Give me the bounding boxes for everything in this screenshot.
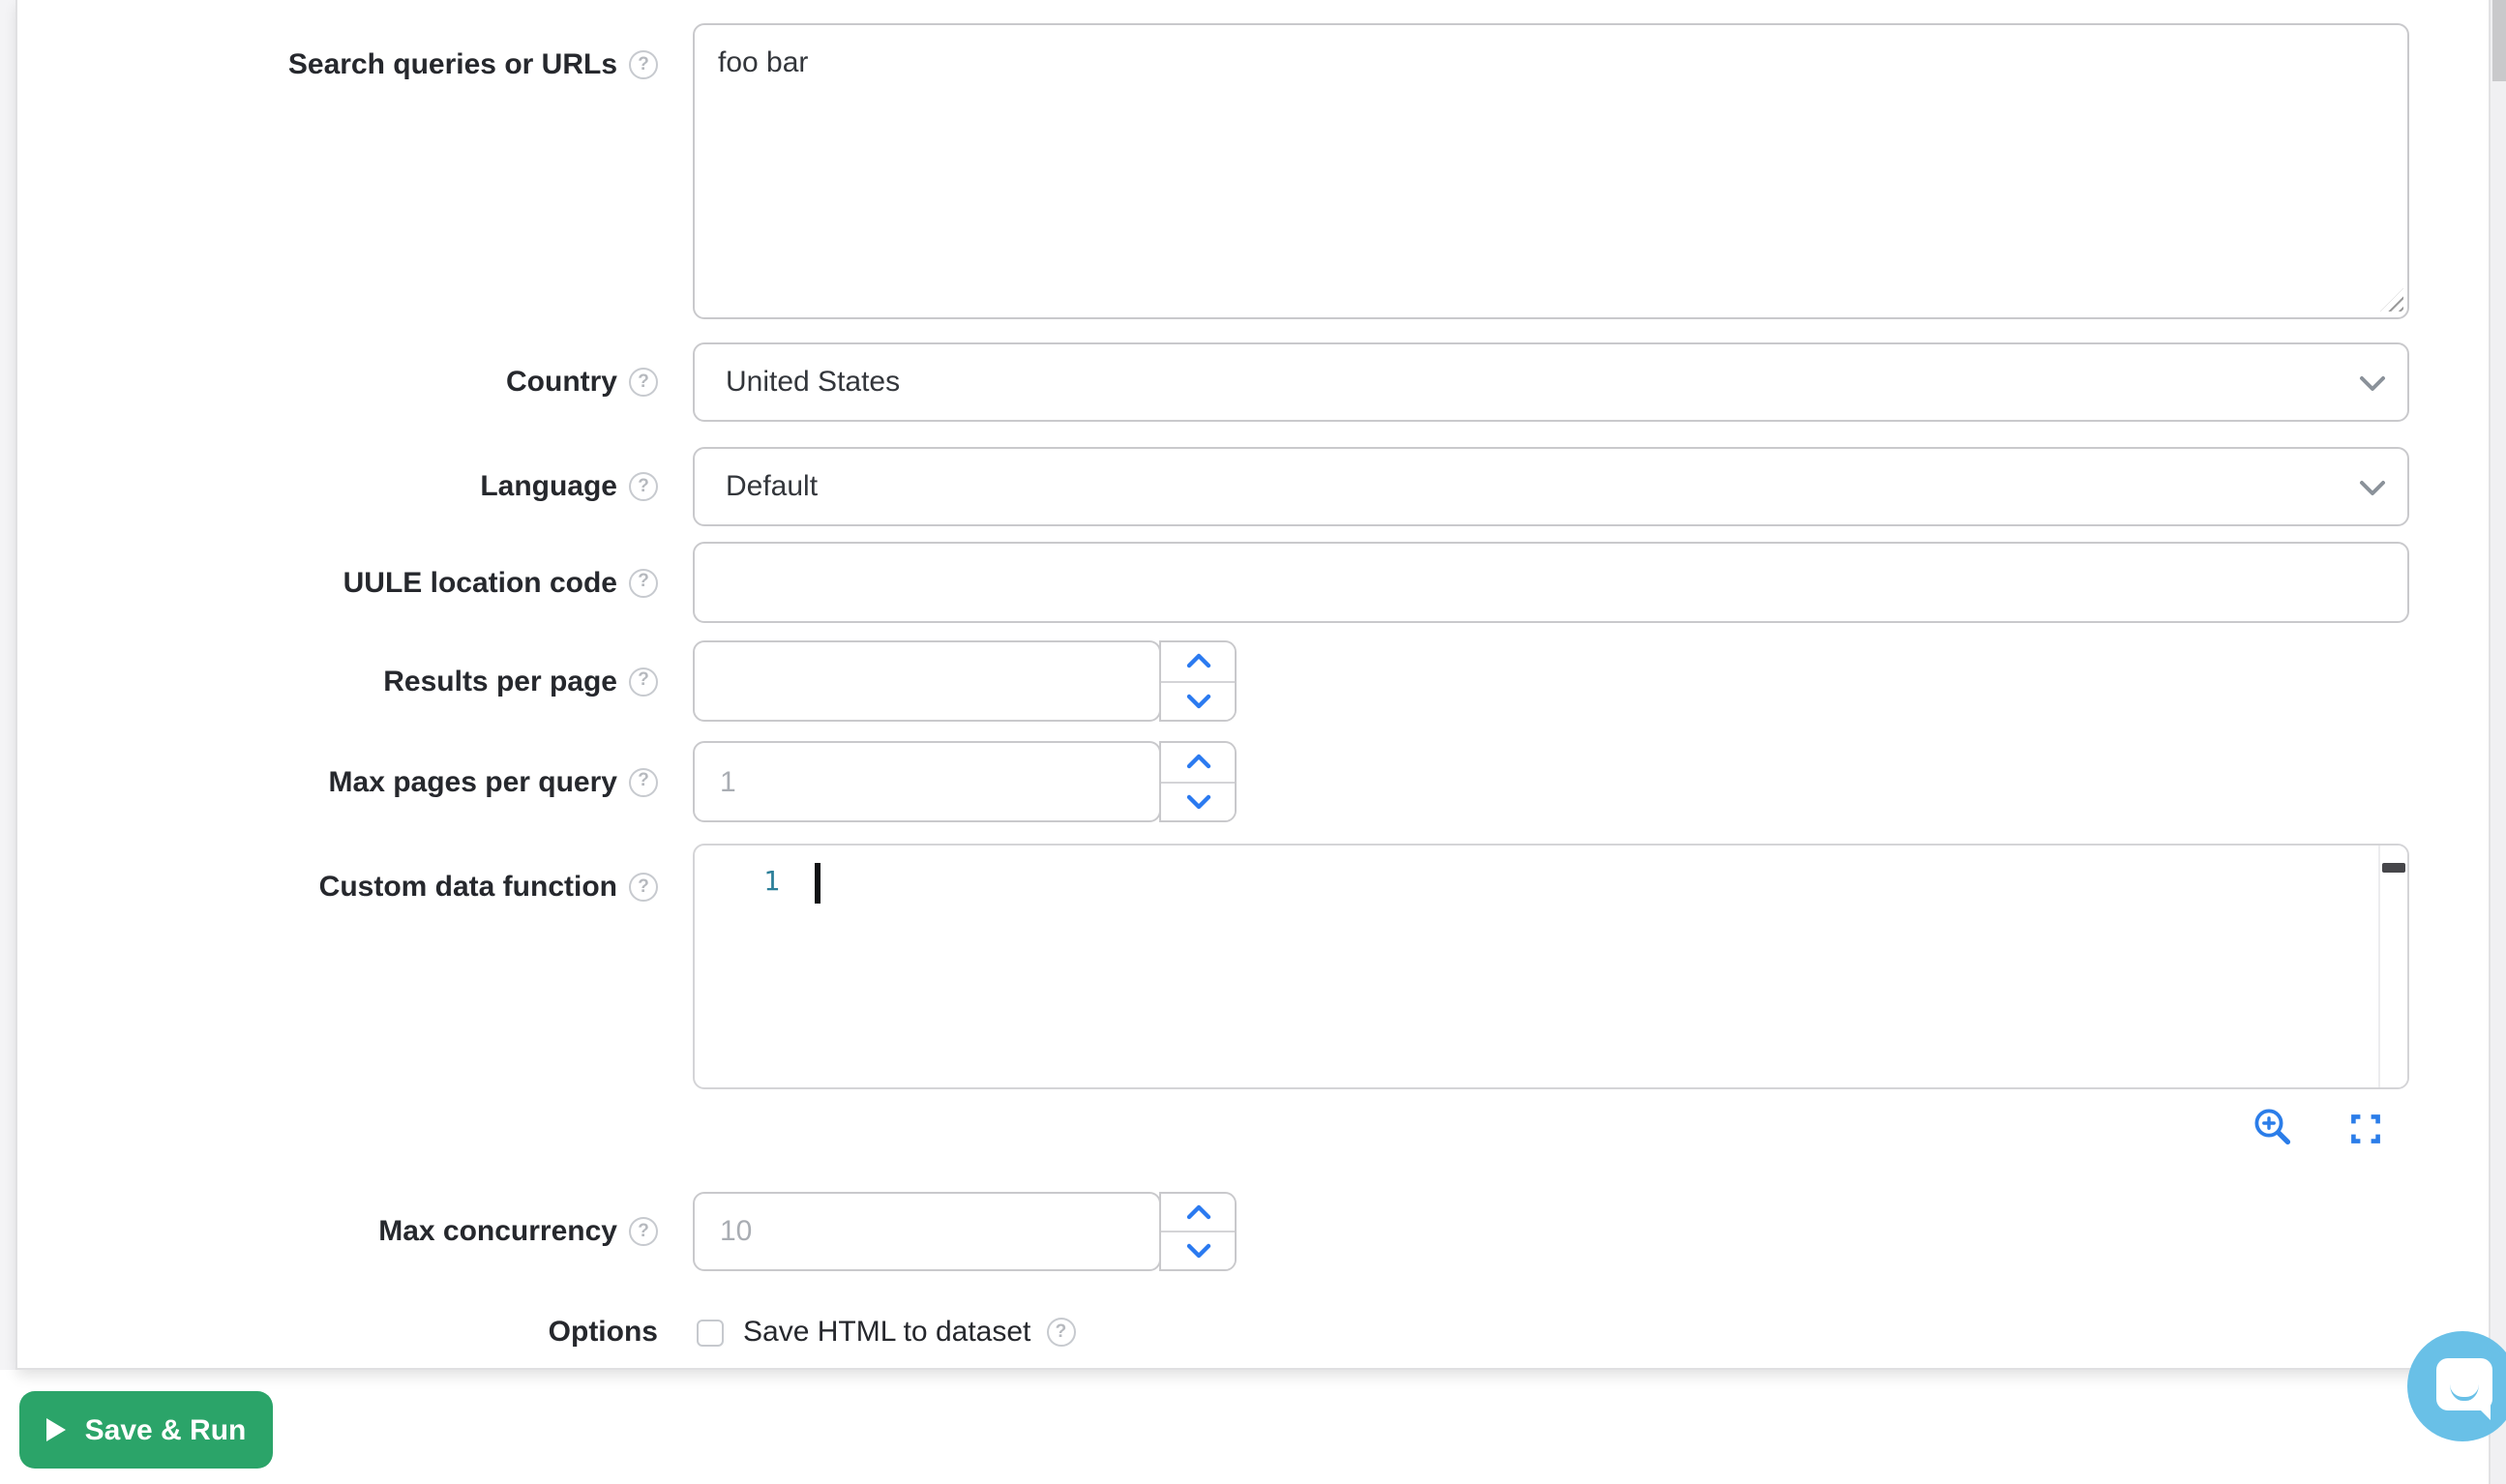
stepper-down-button[interactable] — [1161, 680, 1235, 720]
editor-scrollbar[interactable] — [2378, 846, 2407, 1087]
language-select-value: Default — [726, 470, 818, 503]
form-row-country: Country ? United States — [17, 342, 2489, 422]
form-row-results-per-page: Results per page ? — [17, 640, 2489, 722]
editor-fullscreen-button[interactable] — [2351, 1113, 2380, 1143]
zoom-in-icon — [2252, 1126, 2295, 1155]
help-glyph: ? — [638, 373, 649, 392]
chevron-up-icon — [1185, 653, 1210, 670]
help-icon[interactable]: ? — [1046, 1318, 1075, 1347]
help-icon[interactable]: ? — [629, 1217, 658, 1246]
form-row-uule: UULE location code ? — [17, 542, 2489, 623]
help-icon[interactable]: ? — [629, 873, 658, 902]
max-pages-label: Max pages per query — [329, 765, 617, 798]
help-glyph: ? — [638, 574, 649, 592]
results-per-page-input[interactable] — [693, 640, 1161, 722]
save-html-checkbox-label: Save HTML to dataset — [743, 1316, 1030, 1349]
help-icon[interactable]: ? — [629, 368, 658, 397]
page-left-gutter — [0, 0, 15, 1370]
page-scrollbar-thumb[interactable] — [2492, 0, 2506, 81]
stepper-down-button[interactable] — [1161, 1231, 1235, 1269]
help-icon[interactable]: ? — [629, 667, 658, 696]
country-select-value: United States — [726, 366, 900, 399]
stepper-up-button[interactable] — [1161, 743, 1235, 781]
form-row-max-pages: Max pages per query ? — [17, 741, 2489, 822]
actor-input-page: Search queries or URLs ? foo bar Country… — [0, 0, 2506, 1484]
editor-text-caret — [815, 863, 820, 904]
form-row-max-concurrency: Max concurrency ? — [17, 1192, 2489, 1271]
chevron-down-icon — [2359, 479, 2386, 496]
max-concurrency-stepper — [1159, 1192, 1237, 1271]
search-queries-textarea[interactable]: foo bar — [693, 23, 2409, 319]
stepper-up-button[interactable] — [1161, 1194, 1235, 1231]
help-icon[interactable]: ? — [629, 50, 658, 79]
country-select[interactable]: United States — [693, 342, 2409, 422]
save-and-run-label: Save & Run — [85, 1413, 247, 1446]
max-concurrency-input[interactable] — [693, 1192, 1161, 1271]
results-per-page-stepper — [1159, 640, 1237, 722]
play-icon — [46, 1418, 66, 1441]
help-glyph: ? — [1056, 1323, 1067, 1342]
language-label: Language — [480, 470, 617, 503]
save-and-run-button[interactable]: Save & Run — [19, 1391, 273, 1469]
editor-zoom-button[interactable] — [2252, 1107, 2295, 1149]
chevron-down-icon — [1185, 793, 1210, 811]
chevron-up-icon — [1185, 1203, 1210, 1221]
chat-bubble-tail — [2472, 1402, 2490, 1419]
search-queries-label: Search queries or URLs — [288, 48, 617, 81]
chat-bubble-icon — [2436, 1358, 2492, 1410]
form-row-options: Options Save HTML to dataset ? — [17, 1316, 2489, 1349]
actor-input-form-card: Search queries or URLs ? foo bar Country… — [15, 0, 2491, 1370]
help-glyph: ? — [638, 1223, 649, 1241]
help-glyph: ? — [638, 773, 649, 791]
chat-launcher-button[interactable] — [2407, 1331, 2506, 1441]
max-pages-stepper — [1159, 741, 1237, 822]
chevron-down-icon — [1185, 1242, 1210, 1260]
page-scrollbar[interactable] — [2489, 0, 2506, 1484]
uule-input[interactable] — [693, 542, 2409, 623]
chevron-down-icon — [2359, 374, 2386, 392]
code-editor[interactable]: 1 — [693, 844, 2409, 1089]
stepper-down-button[interactable] — [1161, 781, 1235, 820]
country-label: Country — [506, 366, 617, 399]
language-select[interactable]: Default — [693, 447, 2409, 526]
stepper-up-button[interactable] — [1161, 642, 1235, 680]
chevron-up-icon — [1185, 754, 1210, 771]
fullscreen-icon — [2351, 1119, 2380, 1148]
chevron-down-icon — [1185, 693, 1210, 710]
uule-label: UULE location code — [343, 566, 617, 599]
save-html-checkbox[interactable] — [697, 1319, 724, 1346]
editor-scrollbar-thumb[interactable] — [2382, 863, 2405, 873]
help-icon[interactable]: ? — [629, 767, 658, 796]
max-pages-input[interactable] — [693, 741, 1161, 822]
help-icon[interactable]: ? — [629, 568, 658, 597]
help-glyph: ? — [638, 56, 649, 74]
max-concurrency-label: Max concurrency — [378, 1215, 617, 1248]
form-row-custom-data-function: Custom data function ? 1 — [17, 844, 2489, 1149]
help-glyph: ? — [638, 672, 649, 691]
help-glyph: ? — [638, 478, 649, 496]
form-row-language: Language ? Default — [17, 447, 2489, 526]
help-icon[interactable]: ? — [629, 472, 658, 501]
options-label: Options — [549, 1316, 658, 1349]
editor-line-number: 1 — [695, 863, 780, 904]
custom-data-function-label: Custom data function — [319, 871, 617, 904]
chat-smile-icon — [2449, 1381, 2478, 1400]
help-glyph: ? — [638, 878, 649, 897]
results-per-page-label: Results per page — [383, 665, 617, 697]
form-row-search-queries: Search queries or URLs ? foo bar — [17, 23, 2489, 319]
